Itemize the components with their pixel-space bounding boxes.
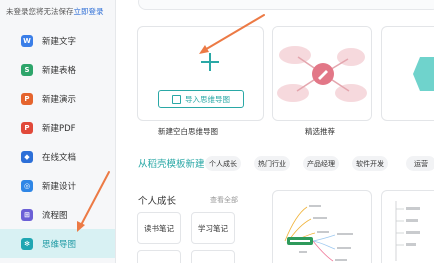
sidebar-item-presentation[interactable]: P 新建演示 xyxy=(0,84,115,113)
tag-chip[interactable]: 运营 xyxy=(406,156,434,171)
template-card-more-1[interactable] xyxy=(137,250,181,263)
sidebar-item-label: 思维导图 xyxy=(42,239,77,250)
new-blank-mindmap-card[interactable]: 导入思维导图 xyxy=(137,26,264,121)
tag-chip[interactable]: 热门行业 xyxy=(254,156,290,171)
import-mindmap-button[interactable]: 导入思维导图 xyxy=(158,90,244,108)
sidebar-item-flowchart[interactable]: ⊞ 流程图 xyxy=(0,200,115,229)
sidebar-nav: W 新建文字 S 新建表格 P 新建演示 P 新建PDF ◆ 在线文档 ◎ 新建设计 ⊞ 流程图 ✻ 思维导图 xyxy=(0,26,115,258)
reading-notes-label: 读书笔记 xyxy=(144,223,174,233)
template-section-title: 从稻壳模板新建 xyxy=(138,159,205,170)
see-all-link[interactable]: 查看全部 xyxy=(210,195,238,205)
tag-chip[interactable]: 软件开发 xyxy=(352,156,388,171)
tag-chip[interactable]: 产品经理 xyxy=(303,156,339,171)
sidebar: 未登录您将无法保存立即登录 W 新建文字 S 新建表格 P 新建演示 P 新建PDF ◆ 在线文档… xyxy=(0,0,115,263)
new-blank-mindmap-label: 新建空白思维导图 xyxy=(158,127,218,136)
import-icon xyxy=(172,94,181,104)
sidebar-item-label: 新建演示 xyxy=(42,94,77,105)
mindmap-thumbnail-preview xyxy=(284,205,353,262)
study-notes-label: 学习笔记 xyxy=(198,223,228,233)
main-content: 导入思维导图 新建空白思维导图 精选推荐 从稻壳模板新建 个人成长 查看全部 读… xyxy=(116,0,434,263)
sidebar-item-label: 新建文字 xyxy=(42,36,77,47)
sidebar-item-online-doc[interactable]: ◆ 在线文档 xyxy=(0,142,115,171)
template-card-partial[interactable] xyxy=(381,26,434,121)
template-thumbnail-mindmap[interactable] xyxy=(272,190,372,263)
flowchart-icon: ⊞ xyxy=(21,208,33,221)
featured-mindmap-preview xyxy=(273,27,371,120)
template-card-study-notes[interactable]: 学习笔记 xyxy=(191,212,235,244)
search-bar[interactable] xyxy=(138,0,434,10)
sidebar-item-spreadsheet[interactable]: S 新建表格 xyxy=(0,55,115,84)
online-doc-icon: ◆ xyxy=(21,150,33,163)
sidebar-item-pdf[interactable]: P 新建PDF xyxy=(0,113,115,142)
pdf-icon: P xyxy=(21,121,33,134)
design-icon: ◎ xyxy=(21,179,33,192)
sidebar-item-mindmap[interactable]: ✻ 思维导图 xyxy=(0,229,115,258)
template-thumbnail-partial[interactable] xyxy=(381,190,434,263)
login-status: 未登录您将无法保存立即登录 xyxy=(6,6,104,17)
sidebar-item-label: 新建PDF xyxy=(42,123,76,134)
import-button-label: 导入思维导图 xyxy=(185,94,230,104)
tree-thumbnail-preview xyxy=(395,201,420,261)
sidebar-item-label: 流程图 xyxy=(42,210,68,221)
personal-growth-title: 个人成长 xyxy=(138,196,177,207)
sidebar-item-design[interactable]: ◎ 新建设计 xyxy=(0,171,115,200)
hexagon-preview xyxy=(413,57,434,91)
presentation-icon: P xyxy=(21,92,33,105)
tag-chip[interactable]: 个人成长 xyxy=(205,156,241,171)
template-card-reading-notes[interactable]: 读书笔记 xyxy=(137,212,181,244)
sidebar-item-label: 新建设计 xyxy=(42,181,77,192)
sidebar-item-label: 新建表格 xyxy=(42,65,77,76)
plus-icon xyxy=(201,53,219,71)
featured-label: 精选推荐 xyxy=(305,127,335,136)
word-doc-icon: W xyxy=(21,34,33,47)
login-prompt-text: 未登录您将无法保存 xyxy=(6,7,74,16)
login-link[interactable]: 立即登录 xyxy=(74,7,104,16)
featured-template-card[interactable] xyxy=(272,26,372,121)
sidebar-item-word-doc[interactable]: W 新建文字 xyxy=(0,26,115,55)
spreadsheet-icon: S xyxy=(21,63,33,76)
mindmap-icon: ✻ xyxy=(21,237,33,250)
template-card-more-2[interactable] xyxy=(191,250,235,263)
sidebar-item-label: 在线文档 xyxy=(42,152,77,163)
